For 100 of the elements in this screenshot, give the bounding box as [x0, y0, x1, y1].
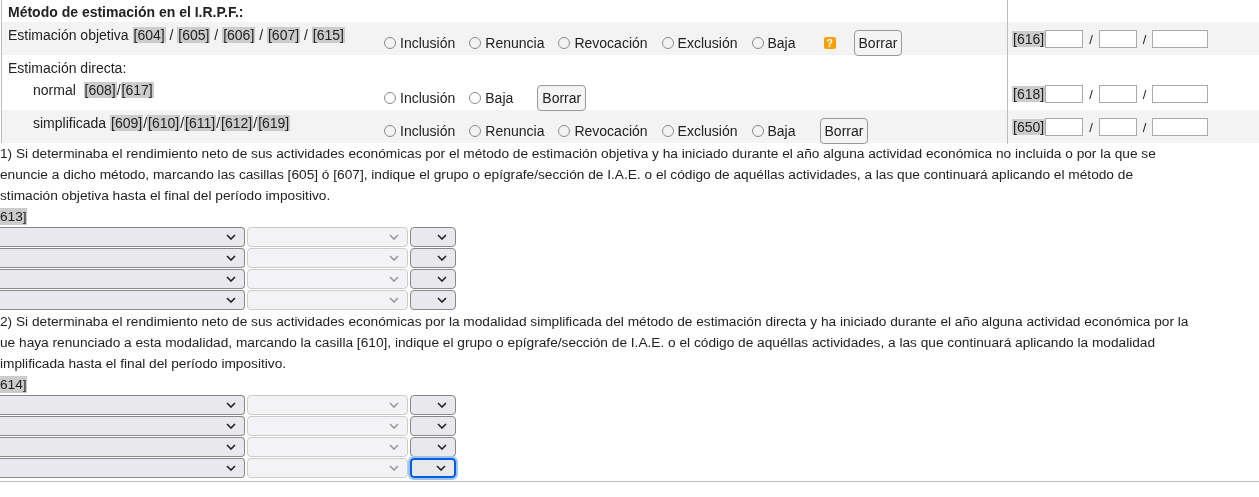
radio-option[interactable]: Baja: [751, 123, 796, 139]
dropdown[interactable]: [0, 227, 245, 247]
date-field[interactable]: [1098, 118, 1137, 136]
chevron-icon: [226, 276, 236, 282]
field-code: [616]: [1012, 31, 1046, 47]
field-code: [650]: [1012, 119, 1046, 135]
separator: /: [213, 27, 220, 43]
chevron-icon: [389, 234, 399, 240]
date-field[interactable]: [1098, 85, 1137, 103]
radio-option[interactable]: Inclusión: [384, 123, 456, 139]
date-field[interactable]: [1045, 30, 1084, 48]
clear-button[interactable]: Borrar: [537, 85, 587, 111]
field-code: [604]: [132, 27, 166, 43]
chevron-icon: [437, 297, 447, 303]
field-code: [609]: [110, 115, 144, 131]
separator: /: [143, 115, 148, 131]
date-field[interactable]: [1152, 30, 1209, 48]
clear-button[interactable]: Borrar: [819, 118, 869, 144]
field-code: [612]: [220, 115, 254, 131]
chevron-icon: [436, 465, 446, 471]
chevron-icon: [226, 465, 236, 471]
chevron-icon: [226, 297, 236, 303]
row-label: simplificada: [33, 115, 107, 131]
chevron-icon: [437, 444, 447, 450]
field-code: [615]: [311, 27, 345, 43]
radio-option[interactable]: Exclusión: [661, 35, 738, 51]
field-code: [607]: [266, 27, 301, 43]
chevron-icon: [389, 402, 399, 408]
dropdown[interactable]: [0, 269, 245, 289]
separator: /: [180, 115, 185, 131]
separator: /: [116, 82, 121, 98]
dropdown[interactable]: [410, 227, 456, 247]
field-code: [617]: [120, 82, 154, 98]
field-code: 614]: [0, 376, 27, 393]
chevron-icon: [437, 234, 447, 240]
dropdown[interactable]: [0, 290, 245, 310]
chevron-icon: [437, 423, 447, 429]
separator: /: [1089, 86, 1093, 102]
radio-option[interactable]: Exclusión: [661, 123, 738, 139]
chevron-icon: [437, 402, 447, 408]
chevron-icon: [389, 297, 399, 303]
radio-option[interactable]: Inclusión: [384, 90, 456, 106]
chevron-icon: [389, 423, 399, 429]
field-code: [606]: [222, 27, 256, 43]
radio-option[interactable]: Revocación: [558, 123, 648, 139]
note-text: implificada hasta el final del período impositivo.: [0, 355, 288, 373]
clear-button[interactable]: Borrar: [853, 30, 903, 56]
field-code: [608]: [83, 82, 117, 98]
dropdown[interactable]: [410, 437, 456, 457]
note-text: ue haya renunciado a esta modalidad, marcando la casilla [610], indique el grupo o epígrafe/sección de I.A.E. o el código de aquéllas actividades, a las que continuará aplicando la modalidad: [0, 334, 1157, 352]
chevron-icon: [226, 402, 236, 408]
date-field[interactable]: [1098, 30, 1137, 48]
separator: /: [216, 115, 221, 131]
separator: /: [1142, 86, 1147, 102]
chevron-icon: [226, 234, 236, 240]
chevron-icon: [226, 444, 236, 450]
field-code: [610]: [147, 115, 181, 131]
separator: /: [258, 27, 265, 43]
dropdown[interactable]: [0, 416, 245, 436]
dropdown[interactable]: [0, 395, 245, 415]
radio-option[interactable]: Revocación: [558, 35, 648, 51]
separator: /: [1089, 119, 1093, 135]
dropdown[interactable]: [410, 290, 456, 310]
note-text: stimación objetiva hasta el final del período impositivo.: [0, 187, 332, 205]
radio-option[interactable]: Renuncia: [469, 123, 545, 139]
field-code: [619]: [257, 115, 291, 131]
dropdown[interactable]: [410, 269, 456, 289]
date-field[interactable]: [1152, 85, 1209, 103]
radio-option[interactable]: Inclusión: [384, 35, 456, 51]
radio-option[interactable]: Baja: [469, 90, 514, 106]
chevron-icon: [389, 444, 399, 450]
dropdown[interactable]: [410, 458, 456, 478]
date-field[interactable]: [1152, 118, 1209, 136]
dropdown[interactable]: [0, 248, 245, 268]
chevron-icon: [389, 255, 399, 261]
separator: /: [253, 115, 258, 131]
dropdown[interactable]: [410, 416, 456, 436]
date-field[interactable]: [1045, 85, 1084, 103]
dropdown[interactable]: [410, 248, 456, 268]
field-code: 613]: [0, 208, 27, 225]
row-label: Estimación objetiva: [8, 27, 129, 43]
chevron-icon: [437, 255, 447, 261]
chevron-icon: [437, 276, 447, 282]
row-label: normal: [33, 82, 77, 98]
dropdown[interactable]: [0, 437, 245, 457]
field-code: [618]: [1012, 86, 1046, 102]
separator: /: [168, 27, 175, 43]
date-field[interactable]: [1045, 118, 1084, 136]
separator: /: [1142, 119, 1147, 135]
section-title: Método de estimación en el I.R.P.F.:: [7, 3, 245, 22]
note-text: 1) Si determinaba el rendimiento neto de sus actividades económicas por el método de estimación objetiva y ha iniciado durante el año alguna actividad económica no incluida o por la que se: [0, 145, 1157, 163]
radio-option[interactable]: Baja: [751, 35, 796, 51]
dropdown[interactable]: [0, 458, 245, 478]
chevron-icon: [389, 465, 399, 471]
dropdown[interactable]: [410, 395, 456, 415]
separator: /: [1142, 31, 1147, 47]
separator: /: [1089, 31, 1093, 47]
field-code: [605]: [177, 27, 211, 43]
separator: /: [302, 27, 309, 43]
radio-option[interactable]: Renuncia: [469, 35, 545, 51]
